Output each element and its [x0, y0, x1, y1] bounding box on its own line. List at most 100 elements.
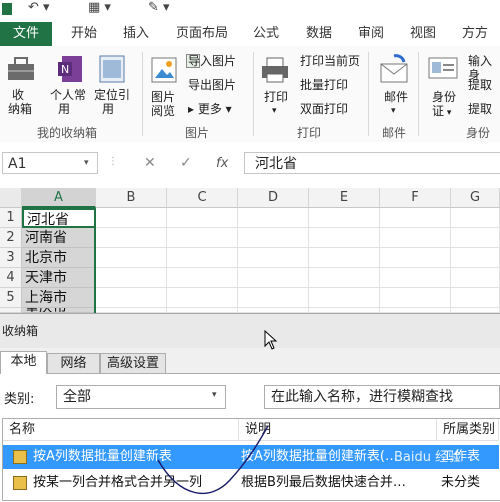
confirm-icon[interactable]: ✓ — [180, 155, 192, 171]
select-all-corner[interactable] — [0, 188, 22, 208]
grid-cell[interactable] — [380, 288, 451, 308]
tab-network[interactable]: 网络 — [47, 353, 100, 373]
grid-cell[interactable] — [380, 228, 451, 248]
grid-cell[interactable] — [167, 288, 238, 308]
export-image-button[interactable]: 导出图片 — [188, 78, 236, 92]
search-input[interactable]: 在此输入名称，进行模糊查找 — [264, 385, 500, 409]
printer-icon — [262, 57, 288, 83]
tab-insert[interactable]: 插入 — [123, 22, 149, 46]
grid-cell[interactable] — [238, 288, 309, 308]
grid-cell[interactable] — [309, 248, 380, 268]
cell-a5[interactable]: 上海市 — [22, 288, 96, 308]
locate-button-line2[interactable]: 用 — [102, 102, 114, 116]
grid-cell[interactable] — [451, 288, 500, 308]
import-image-button[interactable]: 导入图片 — [188, 54, 236, 68]
grid-cell[interactable] — [238, 228, 309, 248]
grid-cell[interactable] — [96, 288, 167, 308]
cell-a4[interactable]: 天津市 — [22, 268, 96, 288]
tab-formulas[interactable]: 公式 — [253, 22, 279, 46]
grip-icon: ⋮ — [108, 156, 118, 167]
tab-page-layout[interactable]: 页面布局 — [176, 22, 228, 46]
id-button-line1[interactable]: 身份 — [432, 90, 456, 104]
ribbon-separator — [142, 52, 143, 136]
list-header-category[interactable]: 所属类别 — [437, 419, 499, 441]
tab-local[interactable]: 本地 — [0, 351, 47, 374]
tab-data[interactable]: 数据 — [306, 22, 332, 46]
grid-cell[interactable] — [309, 208, 380, 228]
chevron-down-icon[interactable]: ▾ — [84, 158, 89, 168]
column-header[interactable]: D — [238, 188, 309, 208]
grid-cell[interactable] — [380, 208, 451, 228]
storage-button-line2[interactable]: 纳箱 — [8, 102, 32, 116]
tab-view[interactable]: 视图 — [410, 22, 436, 46]
insert-function-button[interactable]: fx — [216, 156, 228, 171]
grid-cell[interactable] — [238, 248, 309, 268]
tab-fangfang[interactable]: 方方格 — [462, 22, 500, 65]
row-header[interactable]: 3 — [0, 248, 22, 268]
grid-cell[interactable] — [167, 268, 238, 288]
mail-icon — [380, 54, 408, 83]
row-header[interactable]: 4 — [0, 268, 22, 288]
grid-cell[interactable] — [451, 208, 500, 228]
batch-print-button[interactable]: 批量打印 — [300, 78, 348, 92]
personal-button-line1[interactable]: 个人常 — [50, 88, 86, 102]
grid-cell[interactable] — [167, 248, 238, 268]
more-button[interactable]: ▸ 更多 ▾ — [188, 102, 232, 116]
row-header[interactable]: 1 — [0, 208, 22, 228]
column-header[interactable]: B — [96, 188, 167, 208]
grid-cell[interactable] — [451, 248, 500, 268]
print-current-page-button[interactable]: 打印当前页 — [300, 54, 360, 68]
locate-button-line1[interactable]: 定位引 — [94, 88, 130, 102]
row-header[interactable]: 2 — [0, 228, 22, 248]
grid-cell[interactable] — [309, 228, 380, 248]
column-header[interactable]: E — [309, 188, 380, 208]
grid-cell[interactable] — [96, 268, 167, 288]
tab-advanced-settings[interactable]: 高级设置 — [100, 353, 166, 373]
tab-file[interactable]: 文件 — [0, 22, 52, 46]
grid-cell[interactable] — [380, 268, 451, 288]
tab-review[interactable]: 审阅 — [358, 22, 384, 46]
id-button-line2[interactable]: 证 ▾ — [432, 104, 451, 120]
duplex-print-button[interactable]: 双面打印 — [300, 102, 348, 116]
grid-cell[interactable] — [238, 268, 309, 288]
baidu-watermark: Baidu 经验 — [394, 450, 462, 465]
grid-cell[interactable] — [380, 248, 451, 268]
grid-cell[interactable] — [451, 228, 500, 248]
storage-button-line1[interactable]: 收 — [12, 88, 24, 102]
group-label-picture: 图片 — [185, 126, 210, 140]
grid-cell[interactable] — [96, 248, 167, 268]
grid-cell[interactable] — [238, 208, 309, 228]
grid-cell[interactable] — [309, 288, 380, 308]
chevron-down-icon[interactable]: ▾ — [212, 390, 217, 400]
formula-input[interactable]: 河北省 — [244, 152, 500, 174]
column-header[interactable]: C — [167, 188, 238, 208]
qa-draw-button[interactable]: ✎ ▾ — [148, 0, 170, 15]
mail-button[interactable]: 邮件 — [384, 90, 408, 104]
grid-cell[interactable] — [167, 208, 238, 228]
grid-cell[interactable] — [96, 208, 167, 228]
picview-button-line1[interactable]: 图片 — [151, 90, 175, 104]
tab-home[interactable]: 开始 — [71, 22, 97, 46]
document-icon — [13, 450, 27, 464]
column-header[interactable]: A — [22, 188, 96, 208]
cell-a1[interactable]: 河北省 — [22, 208, 96, 228]
group-label-storage: 我的收纳箱 — [37, 126, 98, 140]
grid-cell[interactable] — [96, 228, 167, 248]
grid-cell[interactable] — [309, 268, 380, 288]
row-header[interactable]: 5 — [0, 288, 22, 308]
personal-button-line2[interactable]: 用 — [58, 102, 70, 116]
column-header[interactable]: F — [380, 188, 451, 208]
column-header[interactable]: G — [451, 188, 500, 208]
cell-a2[interactable]: 河南省 — [22, 228, 96, 248]
print-button[interactable]: 打印 — [264, 90, 288, 104]
cancel-icon[interactable]: ✕ — [144, 155, 156, 171]
qa-customize-button[interactable]: ▦ ▾ — [88, 0, 111, 15]
id-extract-button-1[interactable]: 提取 — [468, 78, 492, 92]
grid-cell[interactable] — [451, 268, 500, 288]
picview-button-line2[interactable]: 阅览 — [151, 104, 175, 118]
id-extract-button-2[interactable]: 提取 — [468, 102, 492, 116]
category-select[interactable]: 全部 — [56, 385, 226, 409]
undo-button[interactable]: ↶ ▾ — [28, 0, 50, 15]
cell-a3[interactable]: 北京市 — [22, 248, 96, 268]
grid-cell[interactable] — [167, 228, 238, 248]
